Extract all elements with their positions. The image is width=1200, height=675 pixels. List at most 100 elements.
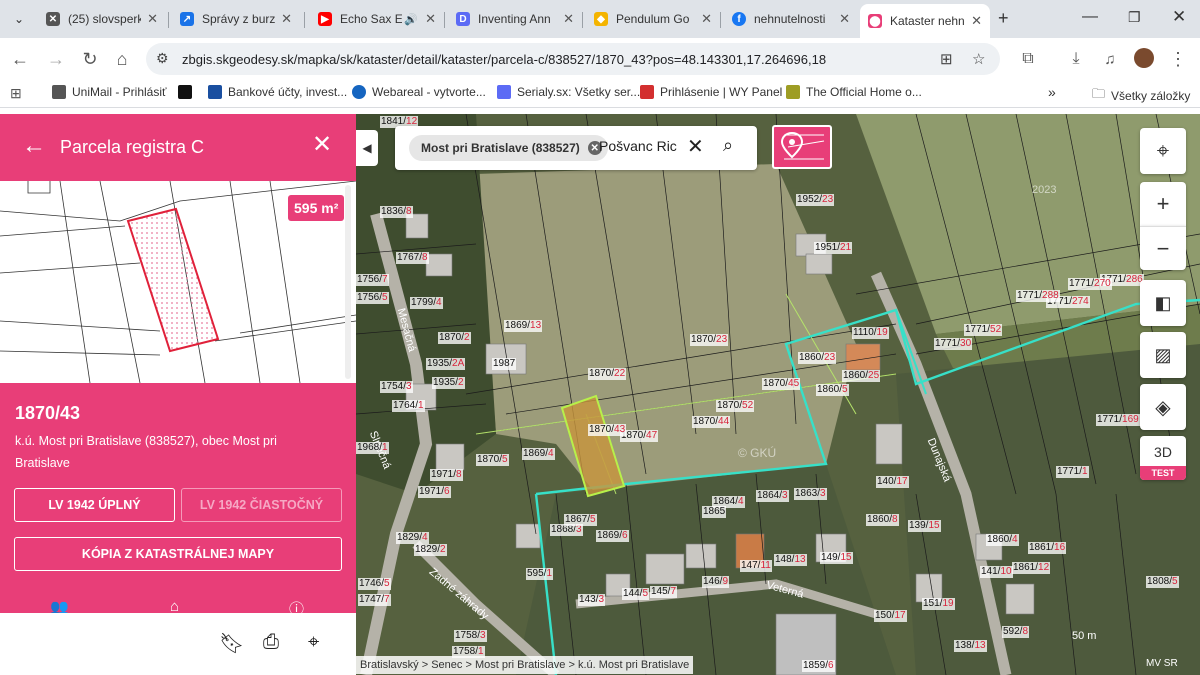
apps-grid-icon[interactable]: ⊞ — [10, 85, 22, 102]
extensions-icon[interactable]: ⧉ — [1016, 47, 1040, 71]
bookmark-item[interactable]: Bankové účty, invest... — [208, 85, 347, 99]
parcel-label: 1864/3 — [756, 490, 789, 502]
parcel-label: 150/17 — [874, 610, 907, 622]
bookmark-item[interactable]: The Official Home o... — [786, 85, 922, 99]
browser-tab-active[interactable]: ⬤ Kataster nehn ✕ — [860, 4, 990, 38]
download-icon[interactable]: ⤓ — [1064, 47, 1088, 71]
parcel-detail-panel: ← Parcela registra C ✕ 595 m² 1870/43 k.… — [0, 114, 356, 675]
print-icon[interactable]: ⎙ — [263, 631, 279, 654]
scrollbar[interactable] — [345, 185, 351, 379]
layers-button[interactable]: ◈ — [1140, 384, 1186, 430]
back-arrow-icon[interactable]: ← — [22, 132, 46, 160]
compare-maps-button[interactable]: ◧ — [1140, 280, 1186, 326]
search-input[interactable]: Pošvanc Ric — [599, 138, 677, 154]
mail-icon — [52, 85, 66, 99]
parcel-label: 151/19 — [922, 598, 955, 610]
browser-tab[interactable]: ↗ Správy z burzy ✕ — [172, 4, 300, 34]
bookmark-item[interactable]: Serialy.sx: Všetky ser... — [497, 85, 640, 99]
close-tab-icon[interactable]: ✕ — [141, 11, 158, 27]
map-breadcrumb[interactable]: Bratislavský > Senec > Most pri Bratisla… — [356, 656, 694, 674]
close-tab-icon[interactable]: ✕ — [419, 11, 436, 27]
cadastral-map[interactable]: 2023 Mesačná Slnečná Dunajská Zadné záhr… — [356, 114, 1200, 675]
new-tab-button[interactable]: + — [998, 8, 1009, 29]
locate-target-icon[interactable]: ⌖ — [308, 631, 319, 654]
reload-icon[interactable]: ↻ — [78, 47, 102, 71]
map-photo-button[interactable]: ▨ — [1140, 332, 1186, 378]
3d-view-button[interactable]: 3D TEST — [1140, 436, 1186, 480]
location-pin-button[interactable] — [772, 125, 832, 169]
restore-window-icon[interactable]: ❐ — [1128, 9, 1141, 26]
close-tab-icon[interactable]: ✕ — [965, 13, 982, 29]
zoom-in-button[interactable]: + — [1140, 182, 1186, 226]
home-icon[interactable]: ⌂ — [110, 47, 134, 71]
collapse-panel-button[interactable]: ◀ — [356, 130, 378, 166]
install-app-icon[interactable]: ⊞ — [940, 50, 953, 68]
parcel-label: 145/7 — [650, 586, 678, 598]
forward-arrow-icon[interactable]: → — [44, 47, 68, 71]
search-filter-chip[interactable]: Most pri Bratislave (838527) ✕ — [409, 135, 608, 161]
close-tab-icon[interactable]: ✕ — [275, 11, 292, 27]
bookmark-item[interactable]: Prihlásenie | WY Panel — [640, 85, 782, 99]
media-control-icon[interactable]: ♫ — [1098, 47, 1122, 71]
youtube-icon: ▶ — [318, 12, 332, 26]
parcel-preview-map[interactable]: 595 m² — [0, 181, 356, 383]
parcel-label: 1870/5 — [476, 454, 509, 466]
close-tab-icon[interactable]: ✕ — [557, 11, 574, 27]
lv-partial-button[interactable]: LV 1942 ČIASTOČNÝ — [181, 488, 342, 522]
close-window-icon[interactable]: ✕ — [1172, 7, 1186, 27]
parcel-label: 1110/19 — [852, 327, 889, 339]
parcel-label: 1808/5 — [1146, 576, 1179, 588]
streaming-icon — [497, 85, 511, 99]
more-bookmarks-chevron-icon[interactable]: » — [1048, 84, 1056, 100]
test-badge: TEST — [1140, 466, 1186, 480]
map-search-box: Most pri Bratislave (838527) ✕ Pošvanc R… — [395, 126, 757, 170]
parcel-label: 1764/1 — [392, 400, 425, 412]
browser-tab[interactable]: f nehnutelnosti ✕ — [724, 4, 858, 34]
tab-search-icon[interactable]: ⌄ — [8, 8, 30, 30]
map-pin-icon: ⬤ — [868, 14, 882, 28]
parcel-label: 1971/8 — [430, 469, 463, 481]
minimize-window-icon[interactable]: — — [1082, 8, 1098, 26]
profile-avatar[interactable] — [1134, 48, 1154, 68]
browser-tab[interactable]: ▶ Echo Sax E 🔊 ✕ — [310, 4, 444, 34]
bookmark-item[interactable]: UniMail - Prihlásiť — [52, 85, 167, 99]
parcel-label: 1987 — [492, 358, 517, 370]
url-text: zbgis.skgeodesy.sk/mapka/sk/kataster/det… — [182, 51, 827, 67]
area-badge: 595 m² — [288, 195, 345, 221]
menu-kebab-icon[interactable]: ⋮ — [1166, 47, 1190, 71]
parcel-label: 1836/8 — [380, 206, 413, 218]
parcel-label: 1859/6 — [802, 660, 835, 672]
url-omnibox[interactable]: ⚙ zbgis.skgeodesy.sk/mapka/sk/kataster/d… — [146, 43, 1000, 75]
bookmark-item[interactable]: Webareal - vytvorte... — [352, 85, 486, 99]
panel-icon — [640, 85, 654, 99]
browser-tab[interactable]: ◆ Pendulum Go ✕ — [586, 4, 720, 34]
all-bookmarks-folder[interactable]: 🗀 Všetky záložky — [1092, 85, 1190, 107]
locate-me-button[interactable]: ⌖ — [1140, 128, 1186, 174]
bookmark-icon[interactable]: 🔖︎ — [219, 631, 244, 656]
parcel-label: 148/13 — [774, 554, 807, 566]
search-icon[interactable]: ⌕ — [723, 135, 733, 156]
browser-tab[interactable]: D Inventing Ann ✕ — [448, 4, 582, 34]
close-tab-icon[interactable]: ✕ — [695, 11, 712, 27]
map-attribution: MV SR — [1146, 658, 1178, 669]
close-icon[interactable]: ✕ — [312, 130, 332, 159]
parcel-info-section: 1870/43 k.ú. Most pri Bratislave (838527… — [0, 383, 356, 613]
clear-search-icon[interactable]: ✕ — [687, 134, 704, 159]
bookmark-star-icon[interactable]: ☆ — [972, 50, 985, 68]
bookmark-item[interactable] — [178, 85, 198, 99]
bank-icon — [208, 85, 222, 99]
zoom-out-button[interactable]: − — [1140, 226, 1186, 270]
parcel-label: 1865 — [702, 506, 727, 518]
site-info-icon[interactable]: ⚙ — [156, 50, 169, 67]
parcel-label: 1767/8 — [396, 252, 429, 264]
parcel-label: 1870/2 — [438, 332, 471, 344]
close-tab-icon[interactable]: ✕ — [833, 11, 850, 27]
cadastral-map-copy-button[interactable]: KÓPIA Z KATASTRÁLNEJ MAPY — [14, 537, 342, 571]
back-arrow-icon[interactable]: ← — [8, 47, 32, 71]
parcel-label: 1971/6 — [418, 486, 451, 498]
audio-playing-icon[interactable]: 🔊 — [404, 13, 418, 26]
map-year-label: 2023 — [1032, 184, 1057, 196]
folder-icon: 🗀 — [1092, 86, 1106, 101]
browser-tab[interactable]: ✕ (25) slovsperk ✕ — [38, 4, 166, 34]
lv-full-button[interactable]: LV 1942 ÚPLNÝ — [14, 488, 175, 522]
